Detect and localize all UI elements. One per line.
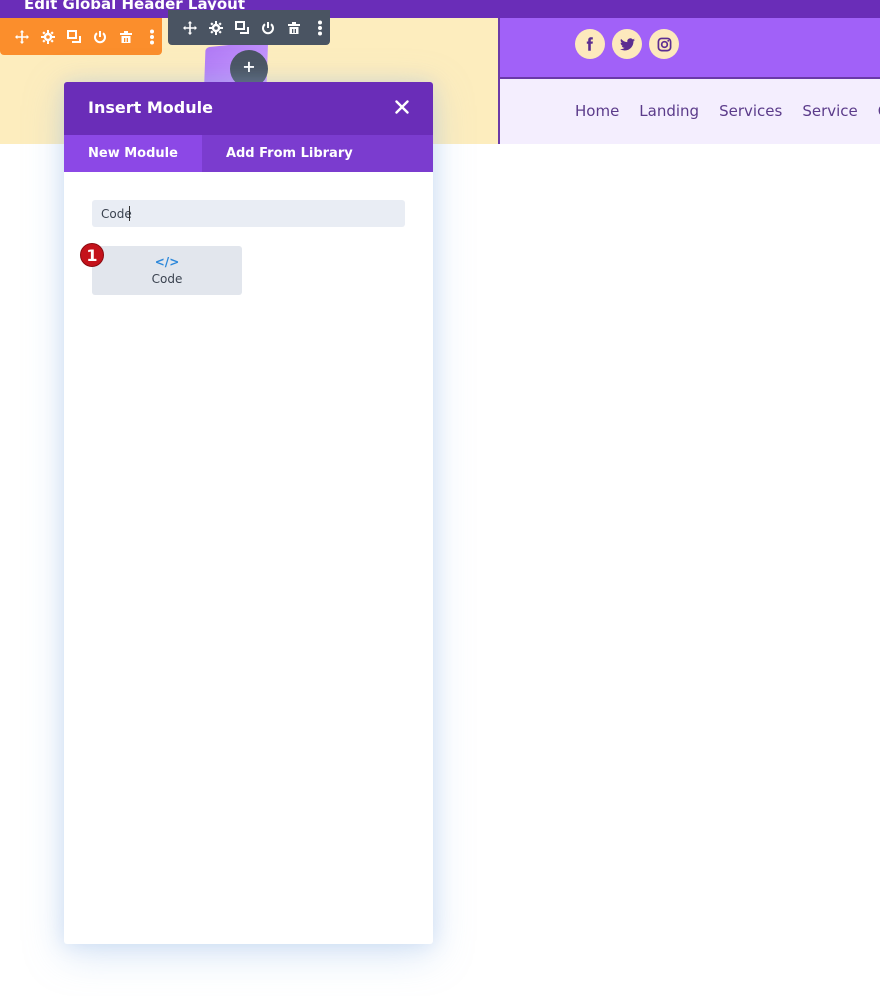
duplicate-icon[interactable] xyxy=(233,19,251,37)
settings-icon[interactable] xyxy=(207,19,225,37)
text-cursor xyxy=(129,206,130,221)
row-toolbar xyxy=(0,18,162,55)
tab-add-from-library[interactable]: Add From Library xyxy=(202,135,377,172)
nav-item-service[interactable]: Service xyxy=(802,100,857,122)
column-toolbar xyxy=(168,10,330,45)
module-label: Code xyxy=(151,271,183,286)
move-icon[interactable] xyxy=(13,28,31,46)
modal-title: Insert Module xyxy=(88,98,213,117)
settings-icon[interactable] xyxy=(39,28,57,46)
twitter-icon[interactable] xyxy=(612,29,642,59)
trash-icon[interactable] xyxy=(285,19,303,37)
builder-top-bar: Edit Global Header Layout xyxy=(0,0,880,18)
power-icon[interactable] xyxy=(91,28,109,46)
power-icon[interactable] xyxy=(259,19,277,37)
modal-tabs: New Module Add From Library xyxy=(64,135,433,172)
nav-item-landing[interactable]: Landing xyxy=(639,100,699,122)
nav-item-services[interactable]: Services xyxy=(719,100,782,122)
module-result-code[interactable]: </> Code xyxy=(92,246,242,295)
main-navigation: Home Landing Services Service C xyxy=(575,100,880,122)
plus-icon: + xyxy=(242,57,256,76)
close-icon[interactable] xyxy=(393,98,411,116)
module-search-input[interactable] xyxy=(92,200,405,227)
facebook-icon[interactable] xyxy=(575,29,605,59)
insert-module-modal: Insert Module New Module Add From Librar… xyxy=(64,82,433,944)
nav-item-home[interactable]: Home xyxy=(575,100,619,122)
page: Edit Global Header Layout Home Landing S… xyxy=(0,0,880,996)
code-icon: </> xyxy=(154,254,180,269)
move-icon[interactable] xyxy=(181,19,199,37)
more-icon[interactable] xyxy=(311,19,329,37)
tab-new-module[interactable]: New Module xyxy=(64,135,202,172)
header-social-bar xyxy=(500,18,880,78)
instagram-icon[interactable] xyxy=(649,29,679,59)
trash-icon[interactable] xyxy=(117,28,135,46)
duplicate-icon[interactable] xyxy=(65,28,83,46)
modal-body: </> Code xyxy=(64,172,433,944)
modal-header: Insert Module xyxy=(64,82,433,135)
step-badge: 1 xyxy=(80,243,104,267)
more-icon[interactable] xyxy=(143,28,161,46)
